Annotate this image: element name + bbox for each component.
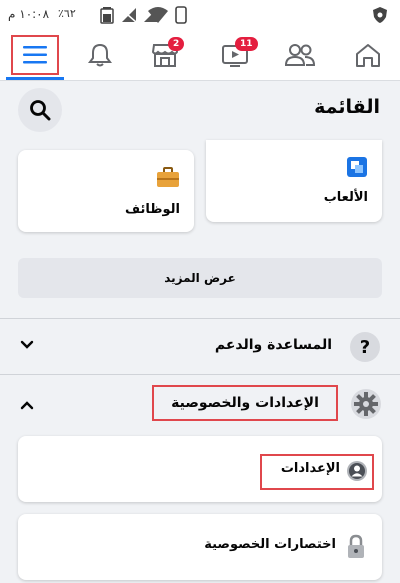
wifi-icon <box>148 7 168 23</box>
settings-privacy-highlight-box: الإعدادات والخصوصية <box>152 385 338 421</box>
shortcut-card-games[interactable]: الألعاب <box>206 140 382 222</box>
help-support-label: المساعدة والدعم <box>214 337 332 353</box>
marketplace-badge: 2 <box>168 37 185 51</box>
gear-icon <box>351 389 381 419</box>
games-icon <box>347 157 367 177</box>
signal-icon <box>119 7 137 23</box>
privacy-shortcuts-label: اختصارات الخصوصية <box>204 537 336 552</box>
search-icon <box>30 100 51 121</box>
divider <box>0 374 400 375</box>
hamburger-menu-icon <box>23 46 47 64</box>
shortcut-card-jobs[interactable]: الوظائف <box>18 150 194 232</box>
battery-icon <box>100 7 114 24</box>
chevron-down-icon <box>20 340 34 349</box>
see-more-button[interactable]: عرض المزيد <box>18 258 382 298</box>
chevron-up-icon <box>20 401 34 410</box>
battery-percent: ٪٦٢ <box>58 7 76 20</box>
phone-icon <box>175 6 187 24</box>
settings-label: الإعدادات <box>280 461 340 476</box>
settings-privacy-label: الإعدادات والخصوصية <box>171 395 319 411</box>
tab-marketplace[interactable]: 2 <box>135 30 195 80</box>
status-bar: ١٠:٠٨ م ٪٦٢ <box>0 0 400 30</box>
lock-icon <box>348 534 364 558</box>
active-tab-indicator <box>6 77 64 80</box>
bell-icon <box>88 43 112 67</box>
shortcut-label-jobs: الوظائف <box>125 202 180 217</box>
settings-item[interactable]: الإعدادات <box>18 436 382 502</box>
help-icon-circle: ? <box>350 332 380 362</box>
tab-watch[interactable]: 11 <box>205 30 265 80</box>
divider <box>0 318 400 319</box>
tab-friends[interactable] <box>270 30 330 80</box>
privacy-shortcuts-item[interactable]: اختصارات الخصوصية <box>18 514 382 580</box>
tab-home[interactable] <box>338 30 398 80</box>
tab-notifications[interactable] <box>70 30 130 80</box>
home-icon <box>356 44 380 67</box>
status-time: ١٠:٠٨ م <box>8 7 50 21</box>
shield-icon <box>373 7 387 23</box>
user-avatar-icon <box>347 461 367 481</box>
top-nav-bar: 2 11 <box>0 30 400 81</box>
search-button[interactable] <box>18 88 62 132</box>
watch-badge: 11 <box>235 37 258 51</box>
menu-highlight-box <box>11 35 59 75</box>
tab-menu[interactable] <box>5 30 65 80</box>
jobs-briefcase-icon <box>157 167 179 187</box>
question-icon: ? <box>359 336 371 358</box>
settings-privacy-row[interactable]: الإعدادات والخصوصية <box>0 380 400 430</box>
shortcut-label-games: الألعاب <box>323 190 368 205</box>
menu-title: القائمة <box>314 96 380 118</box>
help-support-row[interactable]: ? المساعدة والدعم <box>0 322 400 372</box>
friends-icon <box>284 44 316 66</box>
